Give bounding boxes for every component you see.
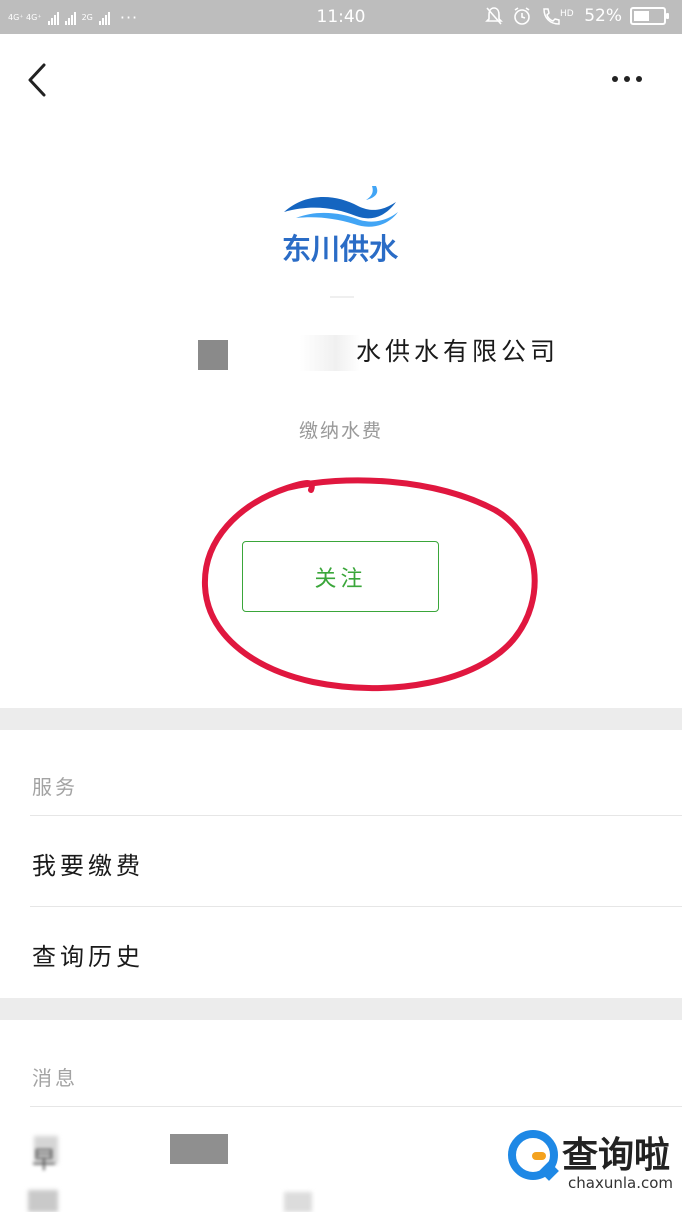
menu-item-label: 查询历史 xyxy=(32,943,144,971)
redaction-fade xyxy=(300,335,360,371)
watermark-domain: chaxunla.com xyxy=(568,1174,673,1192)
blurred-message xyxy=(284,1192,312,1212)
battery-percent: 52% xyxy=(584,6,622,26)
messages-section-title: 消息 xyxy=(32,1066,78,1090)
divider xyxy=(30,1106,682,1107)
redaction-block xyxy=(198,340,228,370)
account-description: 缴纳水费 xyxy=(298,420,383,442)
dot xyxy=(636,76,642,82)
follow-button[interactable]: 关注 xyxy=(242,541,439,612)
watermark: 查询啦 chaxunla.com xyxy=(500,1122,682,1212)
menu-item-label: 我要缴费 xyxy=(32,852,144,880)
divider xyxy=(330,296,354,298)
divider xyxy=(30,815,682,816)
blurred-message xyxy=(170,1134,228,1164)
account-name: 水供水有限公司 xyxy=(356,337,560,366)
message-preview-char: 早 xyxy=(32,1146,56,1174)
alarm-icon xyxy=(514,7,531,25)
services-section-title: 服务 xyxy=(32,775,78,799)
phone-hd-icon: HD xyxy=(543,8,574,25)
account-logo: 东川供水 xyxy=(276,182,406,266)
back-button[interactable] xyxy=(22,60,52,100)
dot xyxy=(624,76,630,82)
status-right: HD 52% xyxy=(484,6,669,26)
section-separator xyxy=(0,998,682,1020)
menu-item-pay[interactable]: 我要缴费 xyxy=(0,818,682,906)
battery-icon xyxy=(630,7,669,25)
blurred-message xyxy=(28,1190,58,1212)
dot xyxy=(612,76,618,82)
bell-off-icon xyxy=(485,7,504,25)
watermark-title: 查询啦 xyxy=(562,1135,671,1176)
divider xyxy=(30,906,682,907)
svg-text:HD: HD xyxy=(560,9,574,19)
chevron-left-icon xyxy=(28,63,46,97)
status-bar: 4G⁺ 4G⁺ 2G ··· 11:40 HD 52% xyxy=(0,0,682,34)
menu-item-history[interactable]: 查询历史 xyxy=(0,909,682,997)
more-button[interactable] xyxy=(612,72,648,86)
logo-text: 东川供水 xyxy=(282,232,399,266)
wave-logo-icon xyxy=(284,186,398,227)
section-separator xyxy=(0,708,682,730)
